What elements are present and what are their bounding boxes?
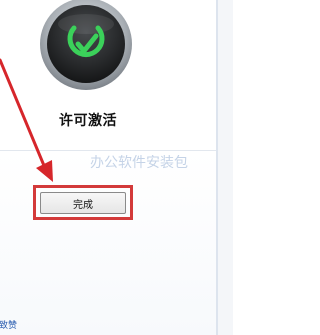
content-separator	[0, 150, 216, 151]
window-side-strip	[218, 0, 233, 335]
finish-button[interactable]: 完成	[40, 192, 126, 214]
watermark-text: 办公软件安装包	[90, 155, 188, 171]
footer-link[interactable]: 致赞	[0, 318, 17, 331]
license-check-icon	[38, 0, 134, 96]
installer-window: 许可激活 办公软件安装包 完成 致赞	[0, 0, 233, 335]
license-activation-label: 许可激活	[59, 113, 117, 129]
finish-button-highlight: 完成	[33, 185, 133, 220]
